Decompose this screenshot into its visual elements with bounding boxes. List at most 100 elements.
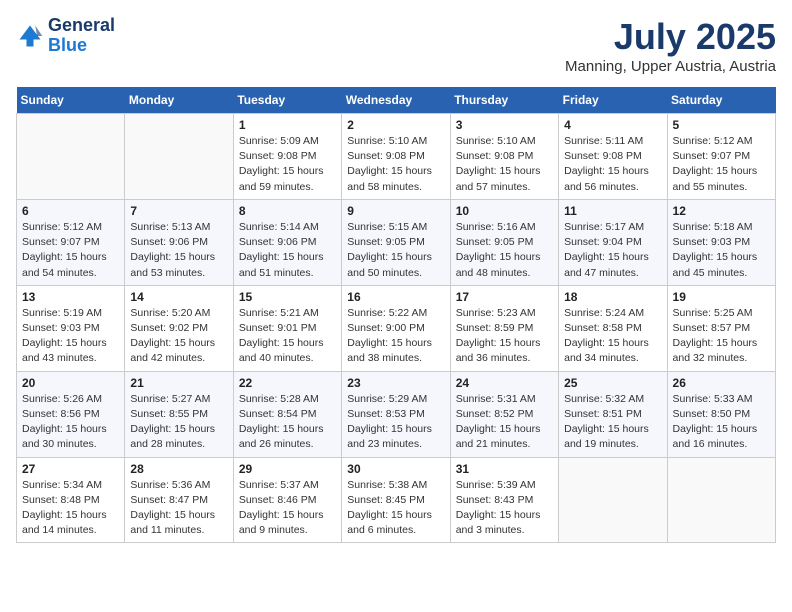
calendar-cell: 5 Sunrise: 5:12 AM Sunset: 9:07 PM Daylig… (667, 114, 775, 200)
day-info: Sunrise: 5:11 AM Sunset: 9:08 PM Dayligh… (564, 134, 661, 195)
day-number: 15 (239, 290, 336, 304)
day-info: Sunrise: 5:15 AM Sunset: 9:05 PM Dayligh… (347, 220, 444, 281)
day-info: Sunrise: 5:29 AM Sunset: 8:53 PM Dayligh… (347, 392, 444, 453)
day-info: Sunrise: 5:16 AM Sunset: 9:05 PM Dayligh… (456, 220, 553, 281)
day-number: 18 (564, 290, 661, 304)
day-number: 27 (22, 462, 119, 476)
calendar-cell: 29 Sunrise: 5:37 AM Sunset: 8:46 PM Dayli… (233, 457, 341, 543)
day-info: Sunrise: 5:17 AM Sunset: 9:04 PM Dayligh… (564, 220, 661, 281)
weekday-header: Saturday (667, 87, 775, 114)
weekday-header: Wednesday (342, 87, 450, 114)
logo: General Blue (16, 16, 115, 56)
day-number: 5 (673, 118, 770, 132)
day-number: 10 (456, 204, 553, 218)
calendar-cell: 15 Sunrise: 5:21 AM Sunset: 9:01 PM Dayli… (233, 285, 341, 371)
calendar-cell (559, 457, 667, 543)
day-info: Sunrise: 5:12 AM Sunset: 9:07 PM Dayligh… (673, 134, 770, 195)
weekday-header: Tuesday (233, 87, 341, 114)
logo-text: General Blue (48, 16, 115, 56)
calendar-cell: 27 Sunrise: 5:34 AM Sunset: 8:48 PM Dayli… (17, 457, 125, 543)
day-info: Sunrise: 5:26 AM Sunset: 8:56 PM Dayligh… (22, 392, 119, 453)
day-info: Sunrise: 5:39 AM Sunset: 8:43 PM Dayligh… (456, 478, 553, 539)
day-number: 30 (347, 462, 444, 476)
weekday-header: Sunday (17, 87, 125, 114)
day-number: 29 (239, 462, 336, 476)
day-info: Sunrise: 5:37 AM Sunset: 8:46 PM Dayligh… (239, 478, 336, 539)
calendar-cell: 9 Sunrise: 5:15 AM Sunset: 9:05 PM Daylig… (342, 199, 450, 285)
day-info: Sunrise: 5:22 AM Sunset: 9:00 PM Dayligh… (347, 306, 444, 367)
day-info: Sunrise: 5:24 AM Sunset: 8:58 PM Dayligh… (564, 306, 661, 367)
calendar-cell: 11 Sunrise: 5:17 AM Sunset: 9:04 PM Dayli… (559, 199, 667, 285)
calendar-cell (667, 457, 775, 543)
day-number: 1 (239, 118, 336, 132)
day-info: Sunrise: 5:19 AM Sunset: 9:03 PM Dayligh… (22, 306, 119, 367)
calendar-cell: 18 Sunrise: 5:24 AM Sunset: 8:58 PM Dayli… (559, 285, 667, 371)
page-header: General Blue July 2025 Manning, Upper Au… (16, 16, 776, 75)
calendar-cell: 1 Sunrise: 5:09 AM Sunset: 9:08 PM Daylig… (233, 114, 341, 200)
calendar-cell: 4 Sunrise: 5:11 AM Sunset: 9:08 PM Daylig… (559, 114, 667, 200)
day-info: Sunrise: 5:13 AM Sunset: 9:06 PM Dayligh… (130, 220, 227, 281)
day-number: 20 (22, 376, 119, 390)
day-info: Sunrise: 5:27 AM Sunset: 8:55 PM Dayligh… (130, 392, 227, 453)
day-number: 7 (130, 204, 227, 218)
logo-icon (16, 22, 44, 50)
day-info: Sunrise: 5:10 AM Sunset: 9:08 PM Dayligh… (456, 134, 553, 195)
calendar-cell: 17 Sunrise: 5:23 AM Sunset: 8:59 PM Dayli… (450, 285, 558, 371)
calendar-cell (125, 114, 233, 200)
day-number: 19 (673, 290, 770, 304)
month-year: July 2025 (565, 16, 776, 58)
day-number: 22 (239, 376, 336, 390)
title-block: July 2025 Manning, Upper Austria, Austri… (565, 16, 776, 75)
weekday-header: Thursday (450, 87, 558, 114)
day-info: Sunrise: 5:10 AM Sunset: 9:08 PM Dayligh… (347, 134, 444, 195)
calendar-cell: 23 Sunrise: 5:29 AM Sunset: 8:53 PM Dayli… (342, 371, 450, 457)
day-number: 11 (564, 204, 661, 218)
calendar-cell: 7 Sunrise: 5:13 AM Sunset: 9:06 PM Daylig… (125, 199, 233, 285)
calendar-cell (17, 114, 125, 200)
day-info: Sunrise: 5:36 AM Sunset: 8:47 PM Dayligh… (130, 478, 227, 539)
day-info: Sunrise: 5:18 AM Sunset: 9:03 PM Dayligh… (673, 220, 770, 281)
day-number: 4 (564, 118, 661, 132)
day-number: 3 (456, 118, 553, 132)
day-info: Sunrise: 5:33 AM Sunset: 8:50 PM Dayligh… (673, 392, 770, 453)
day-number: 9 (347, 204, 444, 218)
day-info: Sunrise: 5:28 AM Sunset: 8:54 PM Dayligh… (239, 392, 336, 453)
day-number: 23 (347, 376, 444, 390)
calendar-cell: 31 Sunrise: 5:39 AM Sunset: 8:43 PM Dayli… (450, 457, 558, 543)
calendar-cell: 6 Sunrise: 5:12 AM Sunset: 9:07 PM Daylig… (17, 199, 125, 285)
day-info: Sunrise: 5:34 AM Sunset: 8:48 PM Dayligh… (22, 478, 119, 539)
day-number: 13 (22, 290, 119, 304)
day-number: 6 (22, 204, 119, 218)
day-info: Sunrise: 5:14 AM Sunset: 9:06 PM Dayligh… (239, 220, 336, 281)
day-number: 28 (130, 462, 227, 476)
day-info: Sunrise: 5:09 AM Sunset: 9:08 PM Dayligh… (239, 134, 336, 195)
calendar-cell: 13 Sunrise: 5:19 AM Sunset: 9:03 PM Dayli… (17, 285, 125, 371)
calendar-cell: 22 Sunrise: 5:28 AM Sunset: 8:54 PM Dayli… (233, 371, 341, 457)
calendar-cell: 2 Sunrise: 5:10 AM Sunset: 9:08 PM Daylig… (342, 114, 450, 200)
weekday-header: Monday (125, 87, 233, 114)
calendar-cell: 10 Sunrise: 5:16 AM Sunset: 9:05 PM Dayli… (450, 199, 558, 285)
calendar-cell: 24Sunrise: 5:31 AM Sunset: 8:52 PM Dayli… (450, 371, 558, 457)
day-info: Sunrise: 5:31 AM Sunset: 8:52 PM Dayligh… (456, 392, 553, 453)
day-number: 26 (673, 376, 770, 390)
calendar-cell: 12Sunrise: 5:18 AM Sunset: 9:03 PM Dayli… (667, 199, 775, 285)
calendar-cell: 16 Sunrise: 5:22 AM Sunset: 9:00 PM Dayli… (342, 285, 450, 371)
day-number: 14 (130, 290, 227, 304)
day-number: 17 (456, 290, 553, 304)
day-number: 2 (347, 118, 444, 132)
day-info: Sunrise: 5:21 AM Sunset: 9:01 PM Dayligh… (239, 306, 336, 367)
day-number: 16 (347, 290, 444, 304)
weekday-header: Friday (559, 87, 667, 114)
calendar-table: SundayMondayTuesdayWednesdayThursdayFrid… (16, 87, 776, 543)
day-number: 31 (456, 462, 553, 476)
day-info: Sunrise: 5:20 AM Sunset: 9:02 PM Dayligh… (130, 306, 227, 367)
day-info: Sunrise: 5:12 AM Sunset: 9:07 PM Dayligh… (22, 220, 119, 281)
day-info: Sunrise: 5:32 AM Sunset: 8:51 PM Dayligh… (564, 392, 661, 453)
day-info: Sunrise: 5:23 AM Sunset: 8:59 PM Dayligh… (456, 306, 553, 367)
day-info: Sunrise: 5:25 AM Sunset: 8:57 PM Dayligh… (673, 306, 770, 367)
day-number: 21 (130, 376, 227, 390)
day-number: 25 (564, 376, 661, 390)
day-number: 8 (239, 204, 336, 218)
calendar-cell: 30Sunrise: 5:38 AM Sunset: 8:45 PM Dayli… (342, 457, 450, 543)
calendar-cell: 19 Sunrise: 5:25 AM Sunset: 8:57 PM Dayli… (667, 285, 775, 371)
